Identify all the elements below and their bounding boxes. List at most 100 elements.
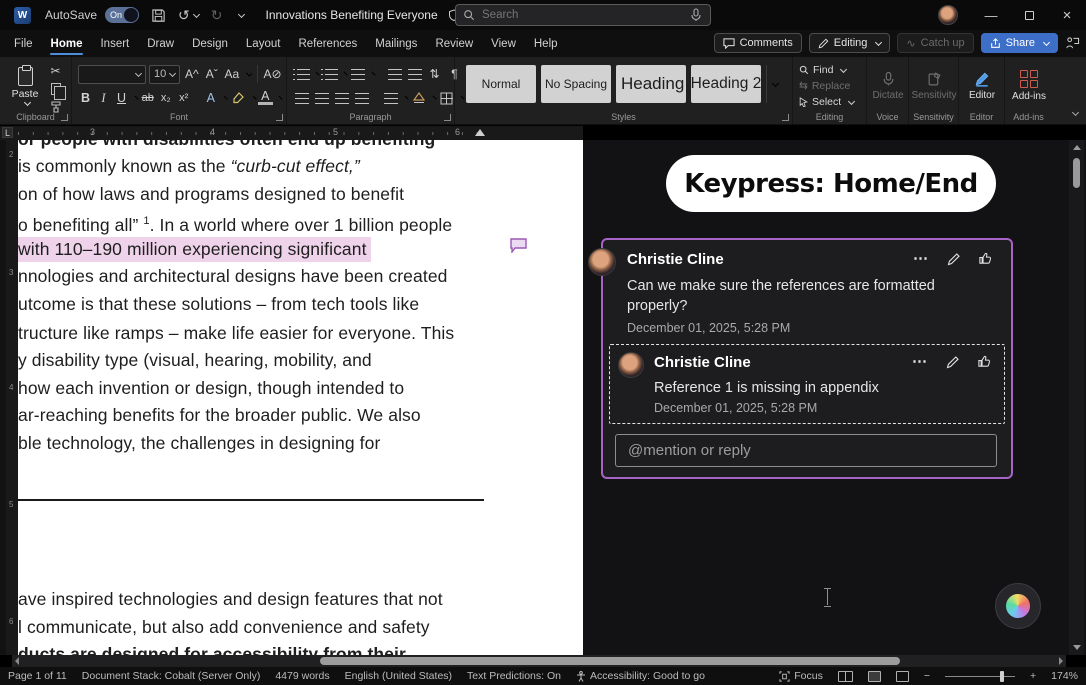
comments-button[interactable]: Comments [713, 33, 802, 53]
font-name-combo[interactable] [78, 64, 147, 84]
font-dialog-launcher-icon[interactable] [276, 114, 283, 121]
comment-like-icon[interactable] [978, 251, 993, 266]
mention-reply-input[interactable] [615, 434, 997, 467]
style-no-spacing[interactable]: No Spacing [541, 65, 611, 103]
document-title[interactable]: Innovations Benefiting Everyone [266, 8, 438, 22]
comment-author-avatar[interactable] [588, 248, 616, 276]
clipboard-dialog-launcher-icon[interactable] [61, 114, 68, 121]
bullets-icon[interactable] [293, 66, 310, 83]
borders-icon[interactable] [438, 90, 455, 107]
align-right-icon[interactable] [333, 90, 350, 107]
copilot-button[interactable] [995, 583, 1041, 629]
comment-more-options-icon[interactable]: ⋯ [913, 251, 930, 266]
increase-indent-icon[interactable] [406, 66, 423, 83]
redo-button[interactable]: ↻ [211, 7, 223, 24]
tab-design[interactable]: Design [183, 30, 237, 57]
reply-like-icon[interactable] [977, 354, 992, 369]
horizontal-scroll-thumb[interactable] [320, 657, 900, 665]
focus-mode-button[interactable]: Focus [779, 670, 823, 682]
align-left-icon[interactable] [293, 90, 310, 107]
reply-edit-icon[interactable] [946, 355, 960, 369]
grow-font-icon[interactable]: A^ [183, 66, 200, 83]
dictate-button[interactable]: Dictate [872, 62, 904, 110]
font-size-combo[interactable]: 10 [149, 64, 181, 84]
justify-icon[interactable] [353, 90, 370, 107]
find-button[interactable]: Find [799, 62, 861, 78]
shading-icon[interactable] [410, 90, 427, 107]
presenter-icon[interactable] [1065, 36, 1080, 50]
comment-edit-icon[interactable] [947, 252, 961, 266]
scroll-left-icon[interactable] [15, 657, 19, 665]
tab-insert[interactable]: Insert [91, 30, 138, 57]
tab-home[interactable]: Home [42, 30, 92, 57]
tab-view[interactable]: View [482, 30, 525, 57]
autosave-toggle[interactable]: On [105, 7, 140, 23]
paste-button[interactable]: Paste [6, 62, 44, 110]
line-spacing-icon[interactable] [382, 90, 399, 107]
vertical-scrollbar[interactable] [1069, 140, 1084, 655]
tab-draw[interactable]: Draw [138, 30, 183, 57]
vertical-ruler[interactable]: 2 3 4 5 6 [6, 140, 18, 655]
scroll-up-icon[interactable] [1073, 145, 1081, 150]
tab-mailings[interactable]: Mailings [366, 30, 426, 57]
text-effects-icon[interactable]: A [203, 91, 218, 105]
sort-icon[interactable]: ⇅ [426, 66, 443, 83]
strikethrough-button[interactable]: ab [140, 92, 155, 104]
indent-marker[interactable] [475, 129, 485, 136]
zoom-slider-thumb[interactable] [999, 670, 1004, 682]
comment-anchor-icon[interactable] [510, 238, 528, 253]
accessibility-status[interactable]: Accessibility: Good to go [576, 670, 705, 682]
read-mode-icon[interactable] [837, 670, 853, 682]
multilevel-list-icon[interactable] [349, 66, 366, 83]
page-indicator[interactable]: Page 1 of 11 [8, 670, 67, 682]
style-heading1[interactable]: Heading 1 [616, 65, 686, 103]
microphone-icon[interactable] [690, 8, 702, 22]
clear-formatting-icon[interactable]: A⊘ [263, 66, 281, 83]
word-count[interactable]: 4479 words [275, 670, 329, 682]
reply-author-avatar[interactable] [618, 352, 644, 378]
styles-dialog-launcher-icon[interactable] [782, 114, 789, 121]
tab-layout[interactable]: Layout [237, 30, 290, 57]
vertical-scroll-thumb[interactable] [1073, 158, 1080, 188]
font-color-icon[interactable]: A [257, 90, 273, 105]
change-case-icon[interactable]: Aa [223, 66, 240, 83]
text-predictions-status[interactable]: Text Predictions: On [467, 670, 561, 682]
quick-access-menu-icon[interactable] [235, 10, 245, 18]
zoom-in-icon[interactable]: + [1030, 670, 1036, 682]
document-stack-status[interactable]: Document Stack: Cobalt (Server Only) [82, 670, 261, 682]
underline-button[interactable]: U [114, 91, 129, 105]
zoom-level[interactable]: 174% [1051, 670, 1078, 682]
save-icon[interactable] [151, 8, 166, 23]
align-center-icon[interactable] [313, 90, 330, 107]
reply-more-options-icon[interactable]: ⋯ [912, 354, 929, 369]
word-app-icon[interactable]: W [14, 6, 31, 24]
decrease-indent-icon[interactable] [386, 66, 403, 83]
zoom-slider[interactable] [945, 670, 1015, 682]
sensitivity-button[interactable]: Sensitivity [912, 62, 957, 110]
user-avatar[interactable] [938, 5, 958, 25]
document-page[interactable]: or people with disabilities often end up… [18, 140, 583, 655]
editing-mode-button[interactable]: Editing [808, 33, 891, 53]
search-input[interactable] [482, 9, 682, 21]
superscript-button[interactable]: x² [176, 92, 191, 104]
language-status[interactable]: English (United States) [345, 670, 452, 682]
highlight-color-icon[interactable] [230, 90, 247, 107]
tab-review[interactable]: Review [426, 30, 482, 57]
tab-file[interactable]: File [5, 30, 42, 57]
copy-icon[interactable] [47, 80, 66, 100]
italic-button[interactable]: I [96, 91, 111, 106]
collapse-ribbon-icon[interactable] [1069, 102, 1080, 120]
tab-selector[interactable]: L [2, 127, 13, 138]
undo-dropdown-icon[interactable] [192, 10, 200, 18]
tab-references[interactable]: References [289, 30, 366, 57]
addins-button[interactable]: Add-ins [1011, 62, 1047, 110]
search-bar[interactable] [455, 4, 711, 26]
style-heading2[interactable]: Heading 2 [691, 65, 761, 103]
paragraph-dialog-launcher-icon[interactable] [444, 114, 451, 121]
tab-help[interactable]: Help [525, 30, 567, 57]
select-button[interactable]: Select [799, 94, 861, 110]
style-normal[interactable]: Normal [466, 65, 536, 103]
comment-thread-card[interactable]: Christie Cline ⋯ Can we make sure the re… [588, 238, 1013, 479]
scroll-down-icon[interactable] [1073, 645, 1081, 650]
maximize-button[interactable] [1010, 0, 1048, 30]
